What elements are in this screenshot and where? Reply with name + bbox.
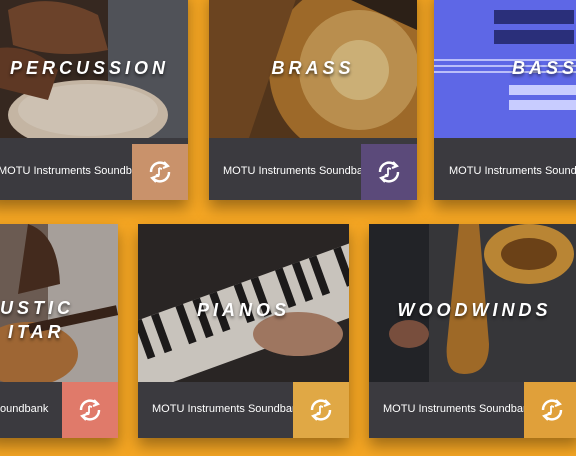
tile-footer: MOTU Instruments Soundbank: [0, 144, 188, 200]
tile-title: BRASS: [271, 58, 355, 78]
tile-footer: oundbank: [0, 382, 118, 438]
tile-title: WOODWINDS: [397, 300, 552, 320]
tile-title: PIANOS: [196, 300, 290, 320]
tile-subtitle: MOTU Instruments Soundbank: [0, 165, 150, 177]
loop-button[interactable]: [293, 382, 349, 438]
tile-subtitle: MOTU Instruments Soundbank: [223, 165, 375, 177]
loop-button[interactable]: [361, 144, 417, 200]
tile-woodwinds[interactable]: WOODWINDS MOTU Instruments Soundbank: [369, 224, 576, 438]
tile-title: BASS: [512, 58, 576, 78]
tile-title-line2: ITAR: [8, 322, 65, 342]
tile-acoustic-guitar[interactable]: USTIC ITAR oundbank: [0, 224, 118, 438]
tile-subtitle: MOTU Instruments Soundbank: [152, 403, 304, 415]
tile-footer: MOTU Instruments Soundbank: [434, 144, 576, 200]
loop-button[interactable]: [524, 382, 576, 438]
tile-subtitle: MOTU Instruments Soundbank: [383, 403, 535, 415]
loop-button[interactable]: [62, 382, 118, 438]
tile-title: USTIC: [0, 298, 74, 318]
tile-footer: MOTU Instruments Soundbank: [209, 144, 417, 200]
loop-button[interactable]: [132, 144, 188, 200]
tile-footer: MOTU Instruments Soundbank: [138, 382, 349, 438]
tile-footer: MOTU Instruments Soundbank: [369, 382, 576, 438]
music-loop-icon: [149, 161, 171, 183]
tile-subtitle: oundbank: [0, 403, 49, 415]
music-loop-icon: [310, 399, 332, 421]
tile-title: PERCUSSION: [10, 58, 170, 78]
tile-subtitle: MOTU Instruments Soundbank: [449, 165, 576, 177]
tile-percussion[interactable]: PERCUSSION MOTU Instruments Soundbank: [0, 0, 188, 200]
tile-brass[interactable]: BRASS MOTU Instruments Soundbank: [209, 0, 417, 200]
music-loop-icon: [541, 399, 563, 421]
music-loop-icon: [79, 399, 101, 421]
tile-bass[interactable]: BASS MOTU Instruments Soundbank: [434, 0, 576, 200]
music-loop-icon: [378, 161, 400, 183]
tile-pianos[interactable]: PIANOS MOTU Instruments Soundbank: [138, 224, 349, 438]
